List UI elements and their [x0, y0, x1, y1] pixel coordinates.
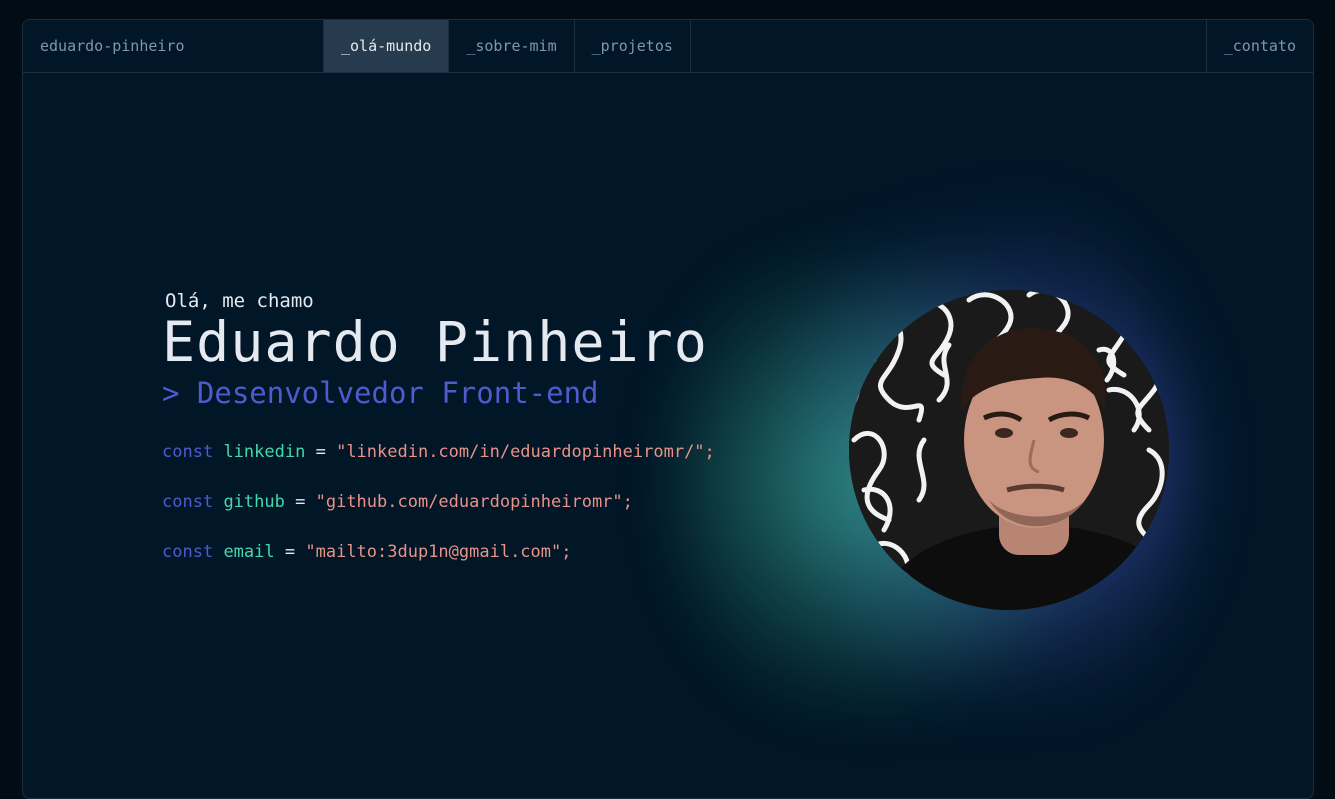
nav-tab-ola-mundo[interactable]: _olá-mundo — [323, 20, 449, 72]
profile-photo — [849, 290, 1169, 610]
hero-section: Olá, me chamo Eduardo Pinheiro > Desenvo… — [162, 290, 715, 562]
email-link[interactable]: "mailto:3dup1n@gmail.com"; — [305, 542, 571, 562]
app-window: eduardo-pinheiro _olá-mundo _sobre-mim _… — [22, 19, 1314, 799]
code-keyword: const — [162, 541, 214, 562]
code-operator: = — [284, 541, 296, 562]
nav-tab-contato[interactable]: _contato — [1205, 20, 1313, 72]
nav-tab-projetos[interactable]: _projetos — [573, 20, 691, 72]
greeting-text: Olá, me chamo — [165, 290, 314, 312]
code-variable: email — [223, 541, 275, 562]
top-navbar: eduardo-pinheiro _olá-mundo _sobre-mim _… — [23, 20, 1313, 73]
code-line-linkedin: const linkedin = "linkedin.com/in/eduard… — [162, 442, 715, 462]
code-keyword: const — [162, 491, 214, 512]
code-variable: github — [223, 491, 285, 512]
code-keyword: const — [162, 441, 214, 462]
github-link[interactable]: "github.com/eduardopinheiromr"; — [316, 492, 633, 512]
profile-photo-illustration — [849, 290, 1169, 610]
brand-name: eduardo-pinheiro — [40, 37, 185, 55]
nav-tab-sobre-mim[interactable]: _sobre-mim — [448, 20, 573, 72]
hero-role: > Desenvolvedor Front-end — [162, 375, 599, 410]
code-variable: linkedin — [223, 441, 306, 462]
code-line-github: const github = "github.com/eduardopinhei… — [162, 492, 715, 512]
code-line-email: const email = "mailto:3dup1n@gmail.com"; — [162, 542, 715, 562]
code-operator: = — [315, 441, 326, 462]
code-operator: = — [295, 491, 306, 512]
hero-name: Eduardo Pinheiro — [162, 310, 708, 374]
contact-code-block: const linkedin = "linkedin.com/in/eduard… — [162, 442, 715, 562]
linkedin-link[interactable]: "linkedin.com/in/eduardopinheiromr/"; — [336, 442, 715, 462]
